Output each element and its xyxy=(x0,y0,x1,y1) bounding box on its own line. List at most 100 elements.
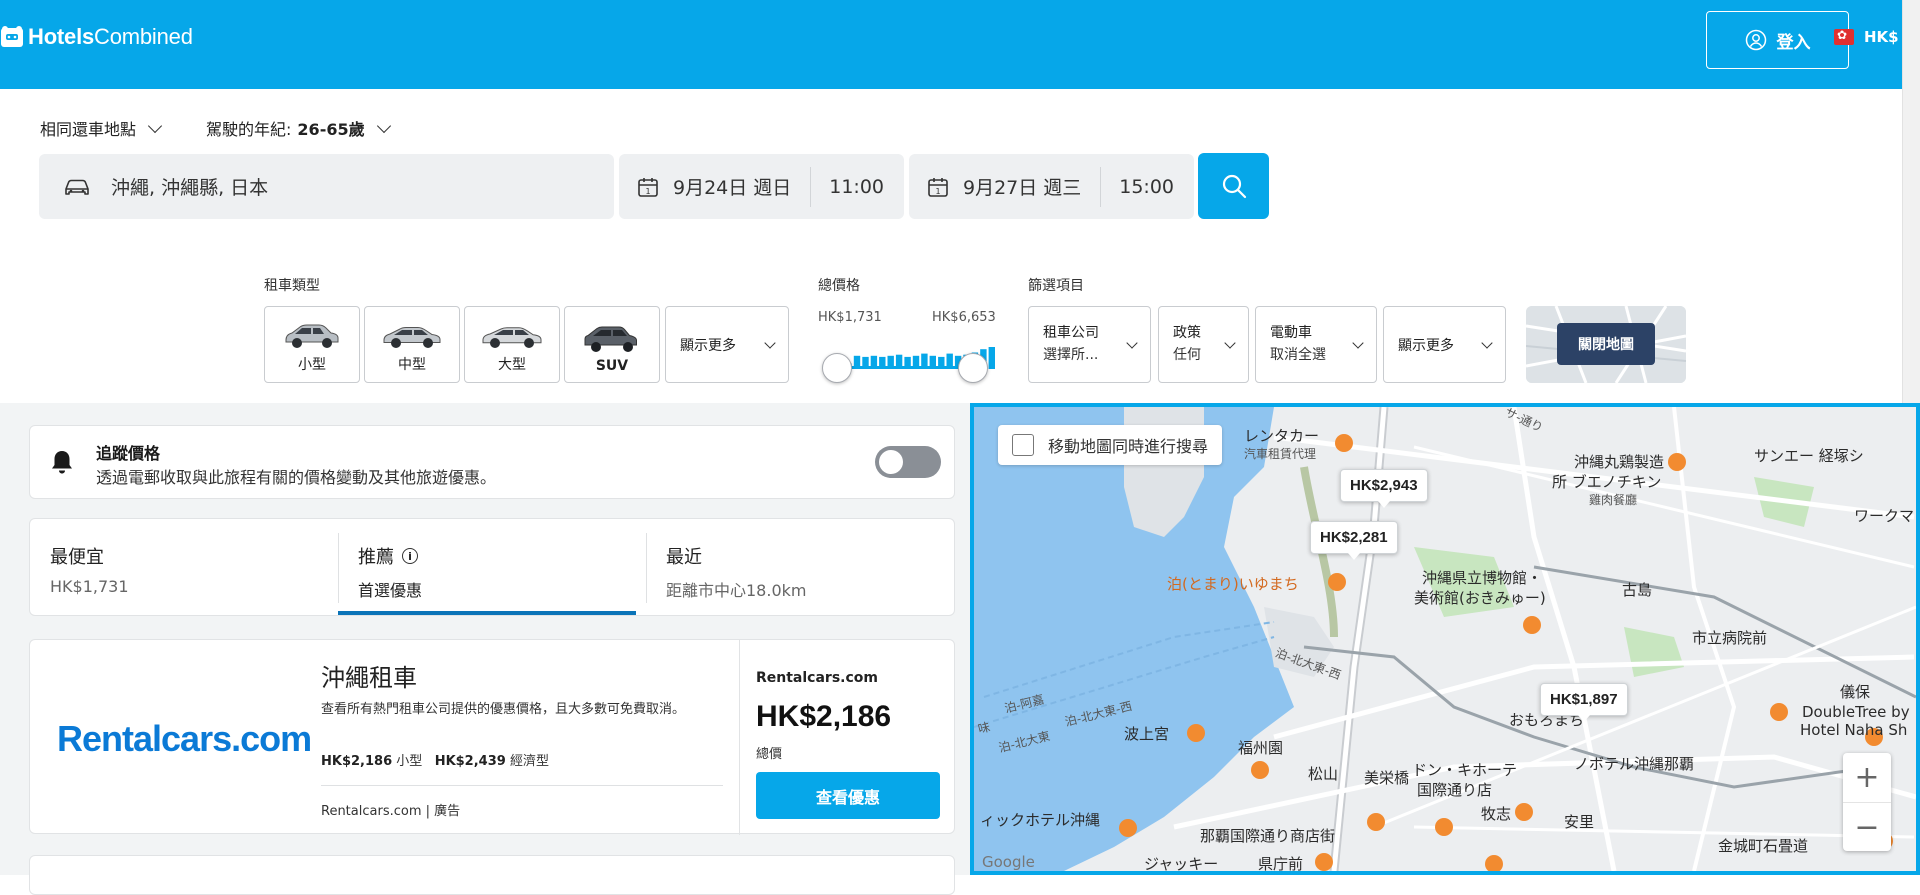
login-label: 登入 xyxy=(1776,32,1811,53)
svg-text:1: 1 xyxy=(935,187,940,196)
show-more-label: 顯示更多 xyxy=(680,337,736,354)
price-max-label: HK$6,653 xyxy=(932,310,996,325)
pickup-location-input[interactable]: 沖繩, 沖繩縣, 日本 xyxy=(39,154,614,219)
map-label: 沖縄丸鶏製造 xyxy=(1574,453,1665,471)
sort-recommended-tab[interactable]: 推薦 i 首選優惠 xyxy=(338,519,646,615)
car-type-label-small: 小型 xyxy=(298,357,326,373)
car-medium-icon xyxy=(383,327,441,348)
chevron-down-icon xyxy=(147,118,163,134)
ad-price-1-type: 小型 xyxy=(396,754,423,769)
zoom-out-button[interactable]: − xyxy=(1843,802,1891,851)
car-type-small[interactable]: 小型 xyxy=(264,306,360,383)
pickup-time-field[interactable]: 11:00 xyxy=(829,176,904,198)
hotelscombined-logo[interactable]: Hotels Combined xyxy=(0,24,193,50)
map-label: 泊(とまり)いゆまち xyxy=(1167,575,1299,593)
pickup-date-field[interactable]: 1 9月24日 週日 xyxy=(637,173,810,200)
divider xyxy=(321,785,723,786)
map-zoom-controls: + − xyxy=(1843,753,1891,851)
return-location-label: 相同還車地點 xyxy=(40,120,137,139)
ad-price-2: HK$2,439 xyxy=(434,754,506,769)
rentalcars-ad-card[interactable]: Rentalcars.com 沖繩租車 查看所有熱門租車公司提供的優惠價格，且大… xyxy=(29,639,955,835)
chevron-down-icon xyxy=(1224,336,1236,349)
login-button[interactable]: 登入 xyxy=(1706,11,1849,69)
price-range-track[interactable] xyxy=(836,366,974,369)
map-label: DoubleTree by xyxy=(1802,703,1910,721)
map-label: 雞肉餐廳 xyxy=(1589,493,1638,507)
map-label: 金城町石畳道 xyxy=(1718,837,1809,855)
checkbox[interactable] xyxy=(1012,434,1034,456)
map-label: 美栄橋 xyxy=(1364,769,1410,787)
rental-company-value: 選擇所... xyxy=(1043,346,1099,363)
policy-dropdown[interactable]: 政策 任何 xyxy=(1158,306,1249,383)
sort-cheapest-value: HK$1,731 xyxy=(50,577,129,596)
user-icon xyxy=(1745,29,1766,51)
car-type-label: 租車類型 xyxy=(264,278,320,294)
currency-selector[interactable]: HK$ xyxy=(1834,28,1899,46)
policy-label: 政策 xyxy=(1173,325,1201,342)
dropoff-date-field[interactable]: 1 9月27日 週三 xyxy=(927,173,1100,200)
price-max-slider-handle[interactable] xyxy=(958,353,988,383)
car-large-icon xyxy=(482,327,542,348)
next-result-card[interactable] xyxy=(29,855,955,895)
price-min-label: HK$1,731 xyxy=(818,310,882,325)
close-map-button[interactable]: 關閉地圖 xyxy=(1557,323,1655,365)
price-pin[interactable]: HK$1,897 xyxy=(1540,683,1628,722)
price-alert-card: 追蹤價格 透過電郵收取與此旅程有關的價格變動及其他旅遊優惠。 xyxy=(29,425,955,499)
chevron-down-icon xyxy=(376,118,391,134)
location-value: 沖繩, 沖繩縣, 日本 xyxy=(111,177,269,199)
car-icon xyxy=(65,179,89,195)
car-type-more-dropdown[interactable]: 顯示更多 xyxy=(665,306,789,383)
return-location-dropdown[interactable]: 相同還車地點 xyxy=(40,116,166,140)
info-icon[interactable]: i xyxy=(402,548,418,564)
sort-nearest-tab[interactable]: 最近 距離市中心18.0km xyxy=(646,519,954,615)
driver-age-value: 26-65歲 xyxy=(297,120,365,139)
map-label: 美術館(おきみゅー) xyxy=(1414,589,1546,607)
zoom-in-button[interactable]: + xyxy=(1843,753,1891,802)
sort-cheapest-tab[interactable]: 最便宜 HK$1,731 xyxy=(30,519,338,615)
price-pin[interactable]: HK$2,281 xyxy=(1310,521,1398,560)
view-deal-button[interactable]: 查看優惠 xyxy=(756,772,940,819)
electric-car-dropdown[interactable]: 電動車 取消全選 xyxy=(1255,306,1377,383)
map-label: 沖縄県立博物館・ xyxy=(1422,569,1543,587)
price-pin[interactable]: HK$2,943 xyxy=(1340,469,1428,508)
car-type-suv[interactable]: SUV xyxy=(564,306,660,383)
map-thumbnail[interactable]: 關閉地圖 xyxy=(1526,306,1686,383)
results-map[interactable]: 移動地圖同時進行搜尋 レンタカー 汽車租賃代理 沖縄丸鶏製造 所 ブエノチキン … xyxy=(970,403,1920,875)
chevron-down-icon xyxy=(764,336,776,349)
electric-car-value: 取消全選 xyxy=(1270,346,1326,363)
price-alert-toggle[interactable] xyxy=(875,446,941,478)
ad-total-label: 總價 xyxy=(756,747,783,762)
map-label: 福州園 xyxy=(1238,739,1284,757)
brand-bold: Hotels xyxy=(28,24,95,49)
map-label: 儀保 xyxy=(1840,683,1871,701)
hk-flag-icon xyxy=(1834,28,1854,45)
filter-items-label: 篩選項目 xyxy=(1028,278,1084,294)
bell-icon xyxy=(52,451,72,474)
map-label: 県庁前 xyxy=(1258,855,1304,873)
dropoff-time-field[interactable]: 15:00 xyxy=(1119,176,1194,198)
map-label: ィックホテル沖縄 xyxy=(980,811,1101,829)
rental-company-dropdown[interactable]: 租車公司 選擇所... xyxy=(1028,306,1151,383)
google-logo: Google xyxy=(982,853,1035,871)
show-more-label: 顯示更多 xyxy=(1398,337,1454,354)
car-type-label-medium: 中型 xyxy=(398,357,426,373)
sort-nearest-label: 最近 xyxy=(666,547,702,568)
search-on-map-move-checkbox[interactable]: 移動地圖同時進行搜尋 xyxy=(998,425,1223,465)
search-button[interactable] xyxy=(1198,153,1269,219)
price-min-slider-handle[interactable] xyxy=(822,353,852,383)
sort-recommended-value: 首選優惠 xyxy=(358,581,423,600)
price-alert-desc: 透過電郵收取與此旅程有關的價格變動及其他旅遊優惠。 xyxy=(96,468,497,487)
filters-more-dropdown[interactable]: 顯示更多 xyxy=(1383,306,1506,383)
driver-age-label: 駕駛的年紀: xyxy=(206,120,292,139)
search-on-move-label: 移動地圖同時進行搜尋 xyxy=(1048,437,1209,456)
map-label: サンエー 経塚シ xyxy=(1754,447,1864,465)
price-alert-title: 追蹤價格 xyxy=(96,444,161,463)
search-icon xyxy=(1222,174,1246,199)
search-options: 相同還車地點 駕駛的年紀: 26-65歲 xyxy=(40,116,395,140)
map-label: レンタカー xyxy=(1244,427,1320,445)
driver-age-dropdown[interactable]: 駕駛的年紀: 26-65歲 xyxy=(206,116,395,140)
rentalcars-logo: Rentalcars.com xyxy=(57,718,312,759)
car-type-large[interactable]: 大型 xyxy=(464,306,560,383)
car-type-medium[interactable]: 中型 xyxy=(364,306,460,383)
sort-cheapest-label: 最便宜 xyxy=(50,547,104,568)
